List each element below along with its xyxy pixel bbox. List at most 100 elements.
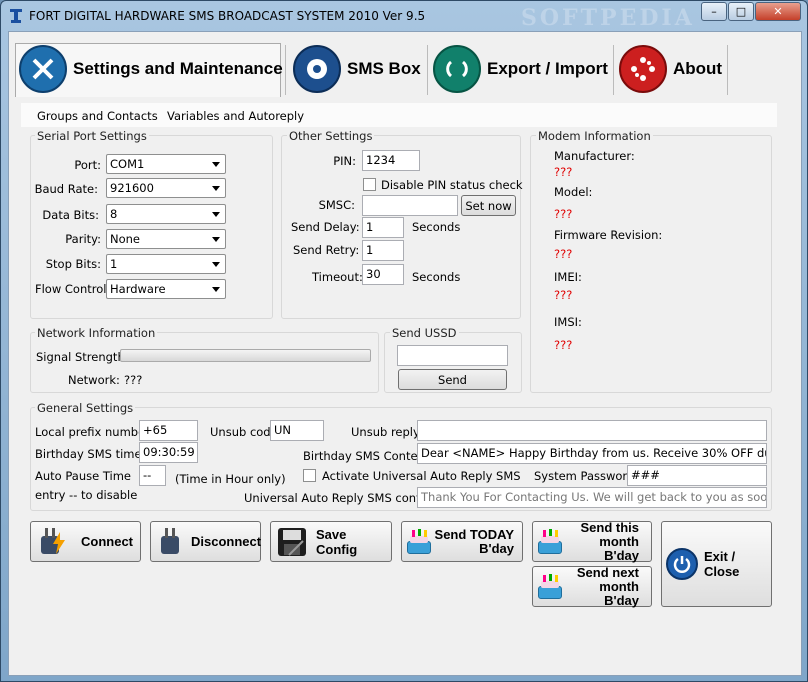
send-retry-label: Send Retry:	[293, 243, 360, 257]
stopbits-select[interactable]: 1	[106, 254, 226, 274]
flow-select[interactable]: Hardware	[106, 279, 226, 299]
send-this-month-label-2: month B'day	[599, 533, 639, 563]
set-now-button[interactable]: Set now	[461, 195, 516, 216]
exit-close-button[interactable]: Exit / Close	[661, 521, 772, 607]
other-settings-title: Other Settings	[287, 129, 375, 143]
tab-settings-label: Settings and Maintenance	[73, 59, 283, 78]
tab-export-import[interactable]: Export / Import	[433, 45, 608, 93]
imsi-value: ???	[554, 338, 573, 352]
chevron-down-icon	[212, 162, 220, 167]
signal-label: Signal Strength:	[36, 350, 129, 364]
chevron-down-icon	[212, 237, 220, 242]
imei-label: IMEI:	[554, 270, 582, 284]
local-prefix-input[interactable]: +65	[139, 420, 198, 441]
model-value: ???	[554, 207, 573, 221]
stopbits-label: Stop Bits:	[45, 257, 101, 271]
general-settings-title: General Settings	[35, 401, 136, 415]
tab-sms-box[interactable]: SMS Box	[293, 45, 421, 93]
send-next-month-label-2: month B'day	[599, 578, 639, 608]
bday-time-input[interactable]: 09:30:59	[139, 442, 198, 463]
save-config-button[interactable]: Save Config	[270, 521, 392, 562]
pin-input[interactable]: 1234	[362, 150, 420, 171]
universal-reply-input[interactable]: Thank You For Contacting Us. We will get…	[417, 487, 767, 508]
firmware-value: ???	[554, 247, 573, 261]
databits-select[interactable]: 8	[106, 204, 226, 224]
tab-separator	[727, 45, 728, 95]
network-info-title: Network Information	[35, 326, 158, 340]
network-label: Network:	[68, 373, 120, 387]
flow-value: Hardware	[110, 282, 166, 296]
databits-label: Data Bits:	[42, 208, 99, 222]
minimize-button[interactable]: –	[701, 2, 727, 21]
network-value: ???	[124, 373, 143, 387]
activate-auto-reply-label: Activate Universal Auto Reply SMS	[322, 469, 521, 483]
unsub-code-label: Unsub code	[210, 425, 278, 439]
chevron-down-icon	[212, 212, 220, 217]
connect-button[interactable]: Connect	[30, 521, 141, 562]
bday-content-label: Birthday SMS Content	[303, 449, 430, 463]
imsi-label: IMSI:	[554, 315, 582, 329]
unsub-code-input[interactable]: UN	[270, 420, 324, 441]
auto-pause-input[interactable]: --	[139, 465, 166, 486]
tab-about-label: About	[673, 59, 723, 78]
ussd-send-button[interactable]: Send	[398, 369, 507, 390]
parity-select[interactable]: None	[106, 229, 226, 249]
app-window: FORT DIGITAL HARDWARE SMS BROADCAST SYST…	[0, 0, 808, 682]
send-delay-unit: Seconds	[412, 220, 461, 234]
watermark: SOFTPEDIA	[521, 5, 695, 31]
loading-icon	[619, 45, 667, 93]
smsc-label: SMSC:	[318, 198, 355, 212]
floppy-icon	[277, 527, 307, 557]
parity-label: Parity:	[65, 232, 101, 246]
baud-select[interactable]: 921600	[106, 178, 226, 198]
flow-label: Flow Control:	[35, 282, 111, 296]
gear-icon	[293, 45, 341, 93]
disconnect-button[interactable]: Disconnect	[150, 521, 261, 562]
modem-info-title: Modem Information	[536, 129, 653, 143]
send-next-month-bday-button[interactable]: Send next month B'day	[532, 564, 652, 608]
subtab-groups-contacts[interactable]: Groups and Contacts	[37, 109, 158, 123]
send-today-bday-button[interactable]: Send TODAY B'day	[401, 521, 523, 562]
chevron-down-icon	[212, 186, 220, 191]
close-button[interactable]: ✕	[755, 2, 801, 21]
tab-sms-box-label: SMS Box	[347, 59, 421, 78]
system-password-input[interactable]: ###	[627, 465, 767, 486]
stopbits-value: 1	[110, 257, 118, 271]
cake-icon	[536, 573, 564, 600]
send-next-month-label-1: Send next	[576, 564, 639, 580]
timeout-input[interactable]: 30	[362, 264, 404, 285]
cake-icon	[536, 528, 564, 555]
send-delay-input[interactable]: 1	[362, 217, 404, 238]
universal-reply-label: Universal Auto Reply SMS content	[244, 491, 440, 505]
send-retry-input[interactable]: 1	[362, 240, 404, 261]
port-label: Port:	[74, 158, 101, 172]
auto-pause-hint-2: entry -- to disable	[35, 488, 138, 502]
tab-settings[interactable]: Settings and Maintenance	[19, 45, 283, 93]
unsub-reply-input[interactable]	[417, 420, 767, 441]
activate-auto-reply-checkbox[interactable]	[303, 469, 316, 482]
pin-label: PIN:	[333, 154, 356, 168]
bday-content-input[interactable]: Dear <NAME> Happy Birthday from us. Rece…	[417, 443, 767, 464]
subtab-variables-autoreply[interactable]: Variables and Autoreply	[167, 109, 304, 123]
smsc-input[interactable]	[362, 195, 458, 216]
port-select[interactable]: COM1	[106, 154, 226, 174]
send-this-month-bday-button[interactable]: Send this month B'day	[532, 519, 652, 563]
maximize-button[interactable]: □	[728, 2, 754, 21]
auto-pause-hint: (Time in Hour only)	[175, 472, 286, 486]
tab-separator	[613, 45, 614, 95]
parity-value: None	[110, 232, 141, 246]
tab-separator	[285, 45, 286, 95]
connect-label: Connect	[81, 534, 133, 549]
sync-icon	[433, 45, 481, 93]
chevron-down-icon	[212, 287, 220, 292]
signal-strength-bar	[120, 349, 371, 362]
local-prefix-label: Local prefix number	[35, 425, 150, 439]
auto-pause-label: Auto Pause Time	[35, 469, 131, 483]
send-this-month-label-1: Send this	[580, 519, 639, 535]
baud-label: Baud Rate:	[34, 182, 98, 196]
tab-about[interactable]: About	[619, 45, 722, 93]
disable-pin-checkbox[interactable]	[363, 178, 376, 191]
ussd-input[interactable]	[397, 345, 508, 366]
power-icon	[666, 548, 698, 580]
disconnect-label: Disconnect	[191, 534, 262, 549]
